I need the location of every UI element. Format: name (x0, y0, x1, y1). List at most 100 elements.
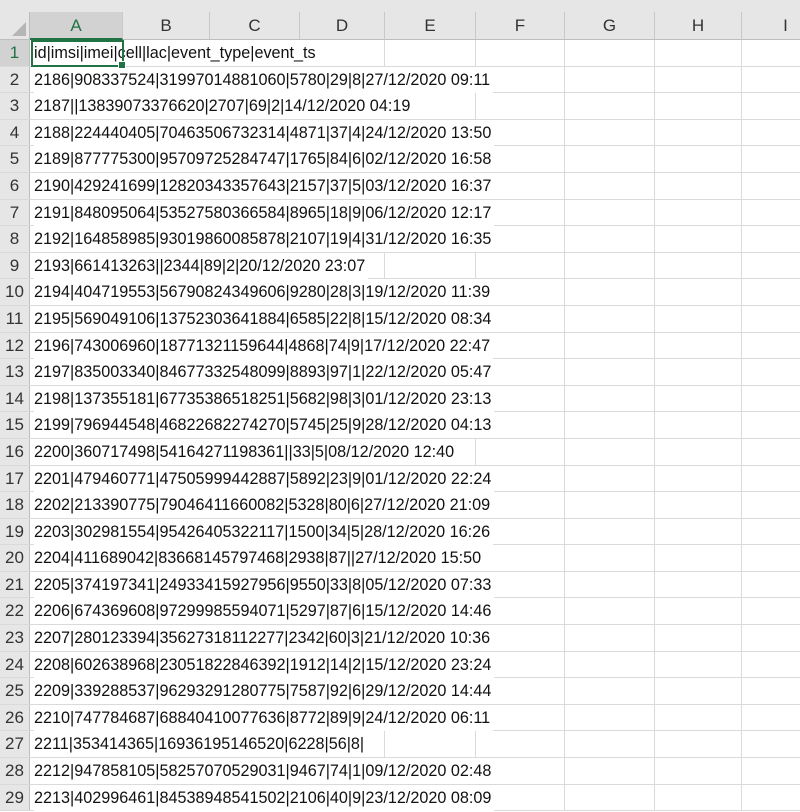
row-header[interactable]: 9 (0, 252, 30, 279)
cell-a[interactable]: 2198|137355181|67735386518251|5682|98|3|… (34, 385, 495, 412)
gridline (741, 678, 742, 704)
column-header-i[interactable]: I (742, 12, 800, 40)
gridline (741, 651, 742, 678)
gridline (741, 172, 742, 199)
row-header[interactable]: 5 (0, 146, 30, 172)
gridline (654, 66, 655, 93)
gridline (741, 465, 742, 492)
row-header[interactable]: 12 (0, 332, 30, 359)
table-row: 8 2192|164858985|93019860085878|2107|19|4… (0, 226, 800, 253)
row-header[interactable]: 23 (0, 625, 30, 651)
row-header[interactable]: 18 (0, 492, 30, 518)
column-header-g[interactable]: G (565, 12, 655, 40)
row-header[interactable]: 7 (0, 199, 30, 226)
row-header[interactable]: 4 (0, 119, 30, 146)
row-header[interactable]: 17 (0, 465, 30, 492)
gridline (741, 332, 742, 359)
cell-a[interactable]: 2192|164858985|93019860085878|2107|19|4|… (34, 226, 495, 253)
row-header[interactable]: 20 (0, 545, 30, 571)
gridline (564, 678, 565, 704)
gridline (475, 93, 476, 119)
cell-a[interactable]: 2189|877775300|95709725284747|1765|84|6|… (34, 146, 495, 173)
row-header[interactable]: 25 (0, 678, 30, 704)
cell-a[interactable]: 2194|404719553|56790824349606|9280|28|3|… (34, 279, 494, 306)
gridline (564, 625, 565, 651)
table-row: 29 2213|402996461|84538948541502|2106|40|… (0, 784, 800, 812)
row-header[interactable]: 21 (0, 571, 30, 598)
table-row: 7 2191|848095064|53527580366584|8965|18|9… (0, 199, 800, 227)
gridline (741, 40, 742, 66)
cell-a[interactable]: 2201|479460771|47505999442887|5892|23|9|… (34, 465, 495, 492)
row-header[interactable]: 28 (0, 758, 30, 784)
cell-a[interactable]: 2196|743006960|18771321159644|4868|74|9|… (34, 332, 494, 359)
gridline (741, 571, 742, 598)
column-header-a[interactable]: A (30, 12, 123, 40)
gridline (475, 252, 476, 279)
table-row: 19 2203|302981554|95426405322117|1500|34|… (0, 518, 800, 546)
table-row: 18 2202|213390775|79046411660082|5328|80|… (0, 492, 800, 519)
cell-a[interactable]: 2208|602638968|23051822846392|1912|14|2|… (34, 651, 495, 678)
column-header-e[interactable]: E (385, 12, 476, 40)
cell-a[interactable]: 2213|402996461|84538948541502|2106|40|9|… (34, 784, 495, 811)
cell-a[interactable]: 2200|360717498|54164271198361||33|5|08/1… (34, 438, 458, 465)
gridline (741, 305, 742, 332)
table-row: 5 2189|877775300|95709725284747|1765|84|6… (0, 146, 800, 173)
column-header-c[interactable]: C (210, 12, 300, 40)
cell-a[interactable]: 2188|224440405|70463506732314|4871|37|4|… (34, 119, 495, 146)
gridline (654, 518, 655, 545)
column-header-h[interactable]: H (655, 12, 742, 40)
row-header[interactable]: 16 (0, 438, 30, 465)
row-header[interactable]: 19 (0, 518, 30, 545)
cell-a[interactable]: 2186|908337524|31997014881060|5780|29|8|… (34, 66, 494, 93)
gridline (654, 412, 655, 438)
gridline (741, 199, 742, 226)
cell-a[interactable]: 2191|848095064|53527580366584|8965|18|9|… (34, 199, 495, 226)
row-header[interactable]: 1 (0, 40, 30, 66)
cell-a[interactable]: 2202|213390775|79046411660082|5328|80|6|… (34, 492, 494, 519)
cell-a[interactable]: 2204|411689042|83668145797468|2938|87||2… (34, 545, 485, 572)
row-header[interactable]: 22 (0, 598, 30, 625)
cell-a[interactable]: id|imsi|imei|cell|lac|event_type|event_t… (34, 40, 319, 66)
gridline (564, 412, 565, 438)
row-header[interactable]: 15 (0, 412, 30, 438)
row-header[interactable]: 6 (0, 172, 30, 199)
cell-a[interactable]: 2197|835003340|84677332548099|8893|97|1|… (34, 359, 495, 386)
cell-a[interactable]: 2190|429241699|12820343357643|2157|37|5|… (34, 172, 495, 199)
cell-a[interactable]: 2203|302981554|95426405322117|1500|34|5|… (34, 518, 494, 545)
cell-a[interactable]: 2212|947858105|58257070529031|9467|74|1|… (34, 758, 495, 785)
cell-a[interactable]: 2206|674369608|97299985594071|5297|87|6|… (34, 598, 495, 625)
table-row: 11 2195|569049106|13752303641884|6585|22|… (0, 305, 800, 333)
cell-a[interactable]: 2209|339288537|96293291280775|7587|92|6|… (34, 678, 495, 705)
table-row: 20 2204|411689042|83668145797468|2938|87|… (0, 545, 800, 572)
row-header[interactable]: 2 (0, 66, 30, 93)
gridline (564, 279, 565, 305)
gridline (654, 93, 655, 119)
cell-a[interactable]: 2193|661413263||2344|89|2|20/12/2020 23:… (34, 252, 369, 279)
row-header[interactable]: 11 (0, 305, 30, 332)
cell-a[interactable]: 2187||13839073376620|2707|69|2|14/12/202… (34, 93, 414, 120)
cell-a[interactable]: 2210|747784687|68840410077636|8772|89|9|… (34, 704, 494, 731)
gridline (741, 279, 742, 305)
row-header[interactable]: 14 (0, 385, 30, 412)
table-row: 16 2200|360717498|54164271198361||33|5|08… (0, 438, 800, 466)
row-header[interactable]: 3 (0, 93, 30, 119)
column-header-d[interactable]: D (300, 12, 385, 40)
cell-a[interactable]: 2199|796944548|46822682274270|5745|25|9|… (34, 412, 495, 439)
cell-a[interactable]: 2195|569049106|13752303641884|6585|22|8|… (34, 305, 495, 332)
select-all-button[interactable] (0, 12, 30, 40)
row-header[interactable]: 10 (0, 279, 30, 305)
row-header[interactable]: 24 (0, 651, 30, 678)
cell-a[interactable]: 2207|280123394|35627318112277|2342|60|3|… (34, 625, 494, 652)
gridline (654, 279, 655, 305)
cell-a[interactable]: 2211|353414365|16936195146520|6228|56|8| (34, 731, 368, 758)
column-header-b[interactable]: B (123, 12, 210, 40)
table-row: 4 2188|224440405|70463506732314|4871|37|4… (0, 119, 800, 147)
row-header[interactable]: 27 (0, 731, 30, 758)
row-header[interactable]: 29 (0, 784, 30, 811)
column-header-f[interactable]: F (476, 12, 565, 40)
row-header[interactable]: 8 (0, 226, 30, 252)
gridline (564, 651, 565, 678)
row-header[interactable]: 13 (0, 359, 30, 385)
cell-a[interactable]: 2205|374197341|24933415927956|9550|33|8|… (34, 571, 495, 598)
row-header[interactable]: 26 (0, 704, 30, 731)
